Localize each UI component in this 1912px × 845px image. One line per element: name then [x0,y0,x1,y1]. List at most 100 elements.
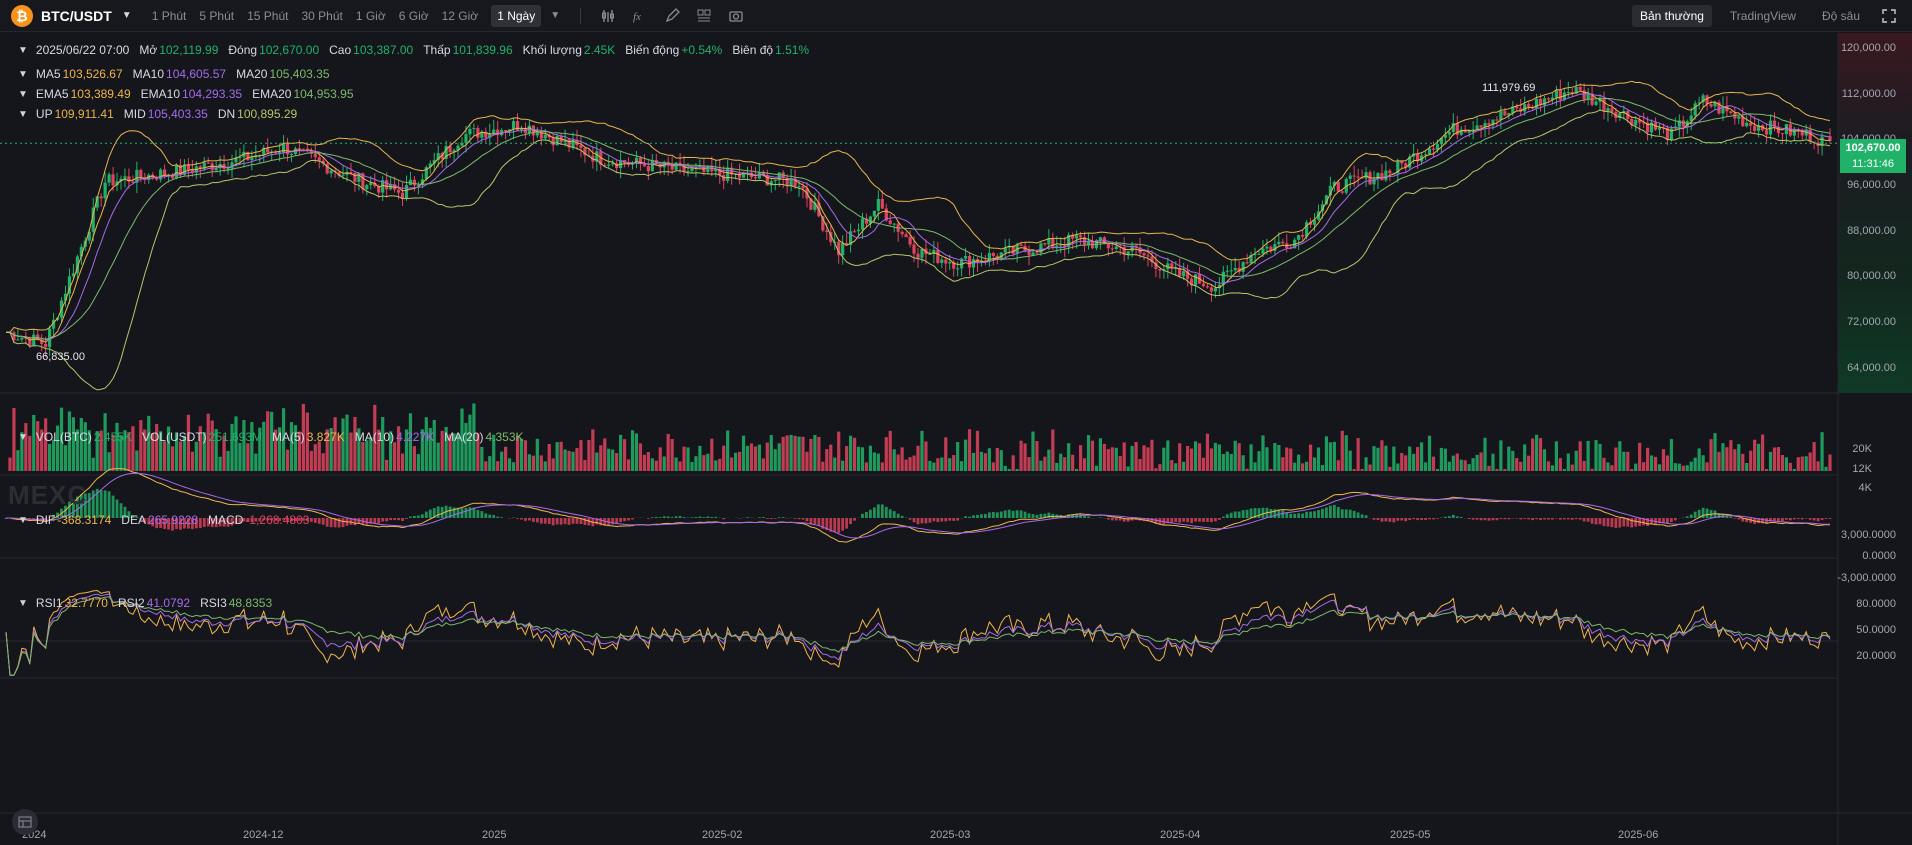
volume-bar [1483,437,1487,471]
volume-bar [1499,440,1503,471]
candle-body [1031,252,1035,256]
volume-bar [1201,457,1206,471]
candle-body [1078,235,1083,238]
volume-bar [1182,461,1186,471]
candle-body [1110,248,1114,250]
volume-bar [1824,466,1828,471]
candle-body [1681,120,1685,127]
ma5-value: 103,526.67 [62,67,123,81]
macd-histogram-bar [984,513,987,518]
volume-bar [1225,451,1229,471]
timeframe-30m[interactable]: 30 Phút [301,9,342,23]
macd-histogram-bar [1198,518,1201,522]
volume-bar [1780,454,1785,471]
collapse-chevron-icon[interactable]: ▼ [18,432,28,443]
macd-histogram-bar [952,518,956,521]
layout-icon[interactable] [695,7,713,25]
volume-bar [1642,462,1646,471]
macd-histogram-bar [809,518,813,524]
camera-icon[interactable] [727,7,745,25]
candle-body [44,343,48,347]
collapse-chevron-icon[interactable]: ▼ [18,515,28,526]
volume-bar [1400,453,1404,471]
candle-body [852,231,857,233]
view-standard[interactable]: Bản thường [1631,4,1712,27]
collapse-chevron-icon[interactable]: ▼ [18,598,28,609]
timeframe-1d[interactable]: 1 Ngày [491,4,542,27]
macd-histogram-bar [1114,518,1118,521]
candle-body [365,185,369,190]
more-timeframes-icon[interactable]: ▼ [550,10,560,21]
volume-bar [813,434,817,471]
timeframe-15m[interactable]: 15 Phút [247,9,288,23]
volume-bar [730,457,734,471]
layout-toggle-icon[interactable] [12,809,38,835]
volume-bar [1550,465,1555,471]
candle-body [1634,119,1638,126]
amplitude-label: Biên độ [732,43,774,57]
collapse-chevron-icon[interactable]: ▼ [18,109,28,120]
trading-pair[interactable]: BTC/USDT [41,8,112,24]
candle-body [904,234,908,238]
timeframe-1m[interactable]: 1 Phút [152,9,187,23]
macd-histogram-bar [1388,518,1392,522]
collapse-chevron-icon[interactable]: ▼ [18,89,28,100]
volume-bar [1344,435,1348,471]
volume-bar [71,417,76,471]
volume-bar [1086,435,1091,471]
time-axis-label: 2024-12 [243,829,284,841]
ma20-label: MA20 [236,67,268,81]
view-tradingview[interactable]: TradingView [1722,5,1804,27]
view-depth[interactable]: Độ sâu [1814,5,1868,27]
candle-body [908,237,912,245]
fullscreen-icon[interactable] [1880,7,1898,25]
volume-bar [1340,430,1344,471]
volume-bar [1689,461,1693,471]
formula-icon[interactable]: fx [631,7,649,25]
macd-histogram-bar [777,517,781,518]
volume-bar [1174,463,1178,471]
volume-bar [1380,440,1384,471]
macd-histogram-bar [1816,518,1820,522]
candle-body [1578,86,1582,91]
candle-body [99,196,103,199]
timeframe-12h[interactable]: 12 Giờ [442,9,479,23]
time-axis-label: 2025-04 [1160,829,1201,841]
volume-bar [896,454,900,471]
volume-bar [226,450,230,471]
pair-dropdown-icon[interactable]: ▼ [122,10,132,21]
candle-body [1753,125,1757,131]
timeframe-1h[interactable]: 1 Giờ [356,9,386,23]
macd-histogram-bar [405,518,408,519]
macd-histogram-bar [409,516,412,518]
volume-bar [1598,443,1602,471]
candle-body [1479,125,1483,128]
volume-bar [1804,456,1808,471]
volume-bar [1519,461,1523,471]
volume-bar [1277,444,1281,471]
timeframe-6h[interactable]: 6 Giờ [399,9,429,23]
timeframe-5m[interactable]: 5 Phút [199,9,234,23]
price-chart[interactable]: MEXC ▼ 2025/06/22 07:00 Mở 102,119.99 Đó… [0,33,1912,845]
volume-bar [856,446,861,471]
candle-body [1233,267,1237,271]
draw-icon[interactable] [663,7,681,25]
collapse-chevron-icon[interactable]: ▼ [18,45,28,56]
volume-bar [1352,469,1356,471]
volume-bar [361,442,365,471]
candle-body [920,248,924,258]
candle-body [1281,241,1285,244]
macd-histogram-bar [543,518,547,524]
volume-bar [785,435,789,471]
candle-body [1534,98,1539,109]
volume-label: Khối lượng [522,43,582,57]
indicator-icon[interactable] [599,7,617,25]
macd-histogram-bar [932,518,936,522]
collapse-chevron-icon[interactable]: ▼ [18,69,28,80]
candle-body [1495,119,1499,121]
candle-body [1546,98,1551,100]
volume-bar [1447,461,1451,471]
macd-histogram-bar [535,518,539,523]
volume-bar [79,417,83,471]
candle-body [1297,235,1301,240]
